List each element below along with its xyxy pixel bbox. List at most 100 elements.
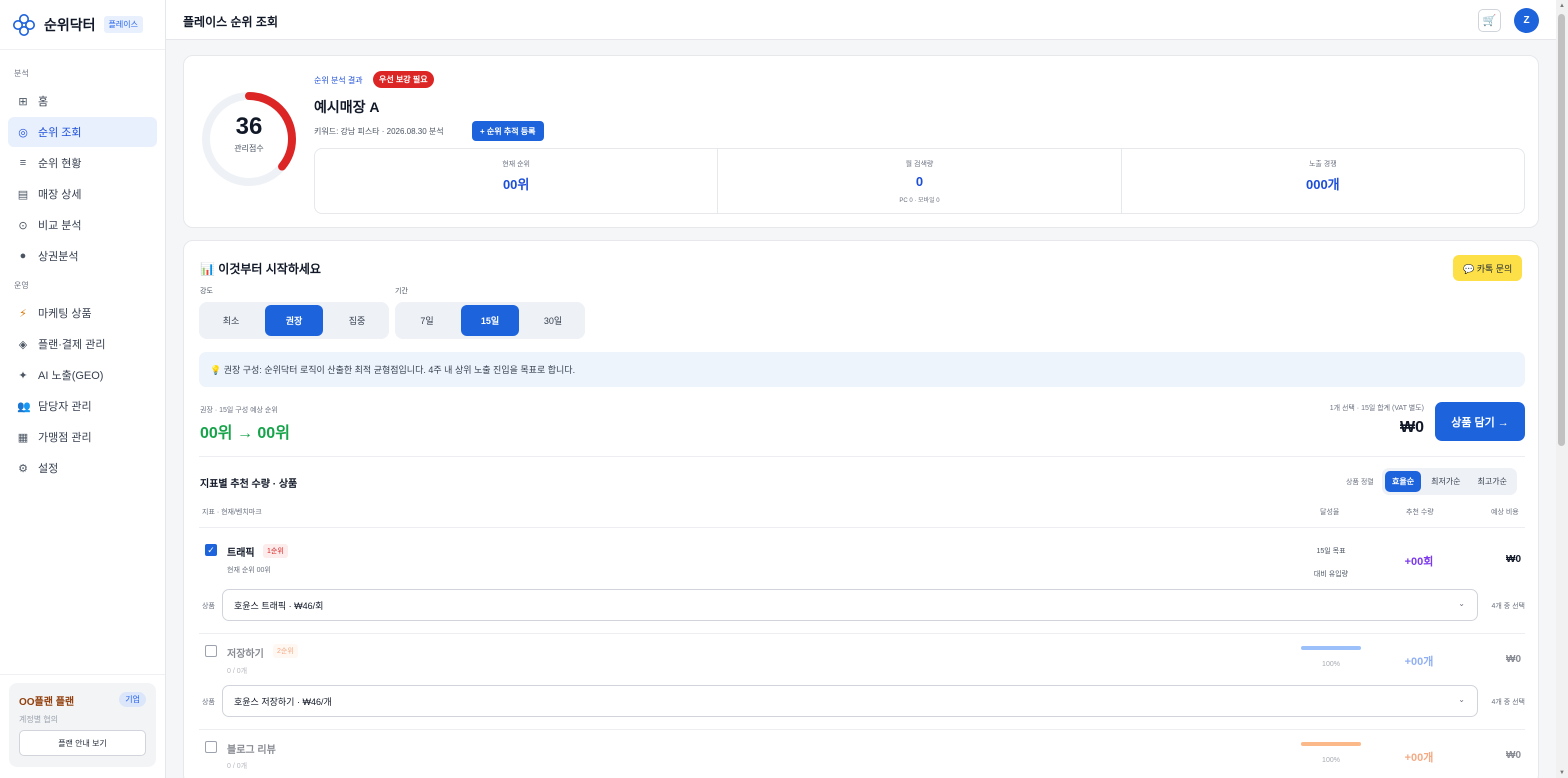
achieve-bar (1301, 646, 1361, 650)
score-value: 36 (235, 113, 263, 140)
period-segment: 7일 15일 30일 (395, 302, 585, 339)
logo-icon (13, 13, 35, 36)
gear-icon: ⚙ (18, 462, 28, 475)
scroll-thumb[interactable] (1558, 14, 1565, 446)
intensity-option-intense[interactable]: 집중 (328, 305, 386, 336)
page-title: 플레이스 순위 조회 (183, 15, 278, 29)
lightning-icon: ⚡ (19, 307, 27, 320)
traffic-product-select[interactable]: 호윤스 트래픽 · ₩46/회 ⌄ (222, 589, 1478, 621)
sort-option-lowest[interactable]: 최저가순 (1424, 471, 1467, 492)
intensity-option-min[interactable]: 최소 (202, 305, 260, 336)
estimated-cost: ₩0 (1506, 750, 1521, 761)
achieve-bar-fill (1301, 646, 1361, 650)
priority-badge: 우선 보강 필요 (373, 71, 434, 88)
add-to-cart-button[interactable]: 상품 담기 → (1435, 402, 1525, 441)
nav-section-ops: 운영 (14, 281, 29, 290)
score-gauge: 36 관리점수 (199, 89, 299, 189)
achieve-percent: 100% (1322, 661, 1340, 668)
sidebar-item-plan-billing[interactable]: ◈ 플랜·결제 관리 (8, 329, 157, 359)
period-option-7[interactable]: 7일 (398, 305, 456, 336)
kakao-inquiry-button[interactable]: 💬 카톡 문의 (1453, 255, 1523, 281)
sidebar-item-trade-area[interactable]: ● 상권분석 (8, 241, 157, 271)
estimated-cost: ₩0 (1506, 554, 1521, 565)
building-icon: ▦ (17, 431, 29, 444)
product-label: 상품 (202, 699, 215, 706)
sidebar-item-home[interactable]: ⊞ 홈 (8, 86, 157, 116)
traffic-checkbox[interactable]: ✓ (205, 544, 217, 556)
stat-current-rank: 현재 순위 00위 (315, 149, 719, 213)
compare-icon: ⊙ (18, 219, 28, 232)
achieve-note-top: 15일 목표 (1316, 548, 1346, 555)
save-product-select[interactable]: 호윤스 저장하기 · ₩46/개 ⌄ (222, 685, 1478, 717)
brand[interactable]: 순위닥터 플레이스 (0, 0, 165, 50)
stat-label: 노출 경쟁 (1308, 161, 1337, 168)
stat-label: 현재 순위 (502, 161, 531, 168)
plan-card: OO플랜 플랜 기업 계정별 협의 플랜 안내 보기 (9, 683, 156, 767)
select-value: 호윤스 트래픽 · ₩46/회 (234, 600, 324, 611)
save-checkbox[interactable] (205, 645, 217, 657)
sidebar-item-label: 가맹점 관리 (38, 432, 92, 444)
avatar[interactable]: Z (1514, 8, 1539, 33)
metric-rank-badge: 1순위 (263, 544, 288, 558)
stat-exposure-competition: 노출 경쟁 000개 (1122, 149, 1524, 213)
stats-box: 현재 순위 00위 월 검색량 0 PC 0 · 모바일 0 노출 경쟁 000… (314, 148, 1525, 214)
cart-icon: 🛒 (1482, 15, 1497, 27)
chevron-down-icon: ⌄ (1458, 599, 1465, 608)
stat-sub: PC 0 · 모바일 0 (899, 198, 940, 204)
scroll-up-icon[interactable]: ▲ (1559, 3, 1565, 9)
sidebar-item-managers[interactable]: 👥 담당자 관리 (8, 391, 157, 421)
sidebar-item-label: 비교 분석 (38, 220, 82, 232)
sidebar-item-compare[interactable]: ⊙ 비교 분석 (8, 210, 157, 240)
sidebar-item-franchise[interactable]: ▦ 가맹점 관리 (8, 422, 157, 452)
achieve-bar (1301, 742, 1361, 746)
track-rank-button[interactable]: + 순위 추적 등록 (472, 121, 544, 141)
sidebar-item-store-detail[interactable]: ▤ 매장 상세 (8, 179, 157, 209)
diamond-icon: ◈ (18, 338, 28, 351)
sidebar-item-label: 홈 (38, 96, 49, 108)
estimated-cost: ₩0 (1506, 654, 1521, 665)
sidebar-item-rank-lookup[interactable]: ◎ 순위 조회 (8, 117, 157, 147)
scroll-down-icon[interactable]: ▼ (1559, 770, 1565, 776)
result-card: 36 관리점수 순위 분석 결과 우선 보강 필요 예시매장 A 키워드: 강남… (183, 55, 1539, 228)
page-scrollbar[interactable]: ▲ ▼ (1556, 0, 1568, 778)
select-note: 4개 중 선택 (1491, 603, 1525, 610)
achieve-percent: 100% (1322, 757, 1340, 764)
stat-value: 000개 (1305, 177, 1340, 192)
metric-sub: 현재 순위 00위 (227, 567, 271, 574)
sidebar-item-label: 마케팅 상품 (38, 308, 92, 320)
sidebar-item-label: AI 노출(GEO) (38, 370, 104, 382)
sidebar-item-label: 상권분석 (38, 251, 79, 263)
column-header-achieve: 달성율 (1320, 509, 1340, 516)
sidebar-item-rank-status[interactable]: ≡ 순위 현황 (8, 148, 157, 178)
sidebar-item-label: 매장 상세 (38, 189, 82, 201)
recommendation-info: 💡 권장 구성: 순위닥터 로직이 산출한 최적 균형점입니다. 4주 내 상위… (199, 352, 1525, 387)
brand-badge: 플레이스 (103, 16, 143, 33)
sparkle-icon: ✦ (18, 369, 28, 382)
recommended-qty: +00회 (1404, 556, 1434, 568)
score-label: 관리점수 (234, 144, 264, 153)
dot-icon: ● (19, 250, 27, 262)
sort-segment: 효율순 최저가순 최고가순 (1382, 468, 1517, 495)
sidebar-item-settings[interactable]: ⚙ 설정 (8, 453, 157, 483)
sidebar-item-marketing[interactable]: ⚡ 마케팅 상품 (8, 298, 157, 328)
start-card: 📊 이것부터 시작하세요 💬 카톡 문의 강도 최소 권장 집중 기간 7일 1… (183, 240, 1539, 778)
store-icon: ▤ (17, 188, 29, 201)
period-option-15[interactable]: 15일 (461, 305, 519, 336)
sidebar: 순위닥터 플레이스 분석 ⊞ 홈 ◎ 순위 조회 ≡ 순위 현황 ▤ 매장 상세… (0, 0, 166, 778)
sidebar-item-label: 설정 (38, 463, 59, 475)
intensity-option-recommended[interactable]: 권장 (265, 305, 323, 336)
sidebar-item-label: 플랜·결제 관리 (38, 339, 106, 351)
sort-option-highest[interactable]: 최고가순 (1471, 471, 1514, 492)
plan-guide-button[interactable]: 플랜 안내 보기 (19, 730, 146, 756)
grid-icon: ⊞ (18, 95, 28, 108)
blog-review-checkbox[interactable] (205, 741, 217, 753)
plan-tier-badge: 기업 (119, 692, 146, 707)
sidebar-item-ai-geo[interactable]: ✦ AI 노출(GEO) (8, 360, 157, 390)
sort-option-efficiency[interactable]: 효율순 (1385, 471, 1422, 492)
metric-sub: 0 / 0개 (227, 668, 248, 675)
intensity-label: 강도 (200, 288, 213, 295)
cart-button[interactable]: 🛒 (1478, 9, 1501, 32)
metric-rank-badge: 2순위 (273, 644, 298, 658)
total-label: 1개 선택 · 15일 합계 (VAT 별도) (1329, 405, 1424, 412)
period-option-30[interactable]: 30일 (524, 305, 582, 336)
